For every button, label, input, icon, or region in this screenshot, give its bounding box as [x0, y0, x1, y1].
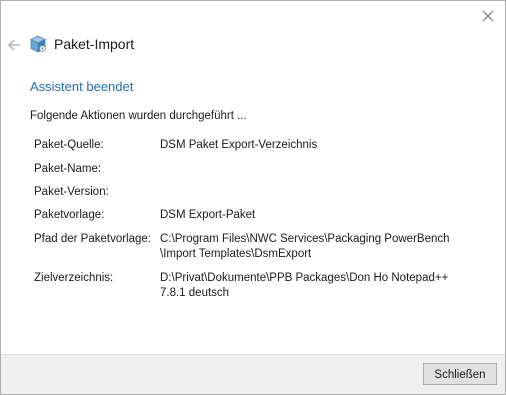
detail-row-package-version: Paket-Version:	[34, 185, 484, 199]
detail-value: D:\Privat\Dokumente\PPB Packages\Don Ho …	[160, 272, 449, 299]
close-button[interactable]: Schließen	[423, 363, 497, 385]
arrow-left-icon	[8, 39, 20, 51]
detail-value: C:\Program Files\NWC Services\Packaging …	[160, 233, 450, 260]
package-icon	[29, 35, 47, 53]
dialog-footer: Schließen	[1, 354, 505, 394]
detail-label: Paketvorlage:	[34, 209, 105, 221]
window-close-button[interactable]	[477, 5, 499, 27]
window-title: Paket-Import	[54, 36, 135, 52]
detail-label: Pfad der Paketvorlage:	[34, 233, 151, 245]
detail-row-package-template: Paketvorlage: DSM Export-Paket	[34, 208, 484, 223]
detail-value: DSM Paket Export-Verzeichnis	[160, 139, 318, 151]
page-heading: Assistent beendet	[30, 79, 134, 94]
detail-row-package-source: Paket-Quelle: DSM Paket Export-Verzeichn…	[34, 138, 484, 153]
close-icon	[482, 10, 494, 22]
detail-label: Paket-Version:	[34, 186, 109, 198]
detail-label: Paket-Quelle:	[34, 139, 104, 151]
dialog-window: Paket-Import Assistent beendet Folgende …	[0, 0, 506, 395]
back-button[interactable]	[7, 38, 21, 52]
summary-details: Paket-Quelle: DSM Paket Export-Verzeichn…	[34, 138, 484, 310]
detail-label: Paket-Name:	[34, 163, 102, 175]
detail-row-package-name: Paket-Name:	[34, 162, 484, 176]
detail-label: Zielverzeichnis:	[34, 272, 114, 284]
detail-row-target-directory: Zielverzeichnis: D:\Privat\Dokumente\PPB…	[34, 271, 484, 301]
intro-text: Folgende Aktionen wurden durchgeführt ..…	[30, 110, 247, 122]
detail-value: DSM Export-Paket	[160, 209, 256, 221]
detail-row-template-path: Pfad der Paketvorlage: C:\Program Files\…	[34, 232, 484, 262]
dialog-header: Paket-Import	[1, 32, 505, 58]
